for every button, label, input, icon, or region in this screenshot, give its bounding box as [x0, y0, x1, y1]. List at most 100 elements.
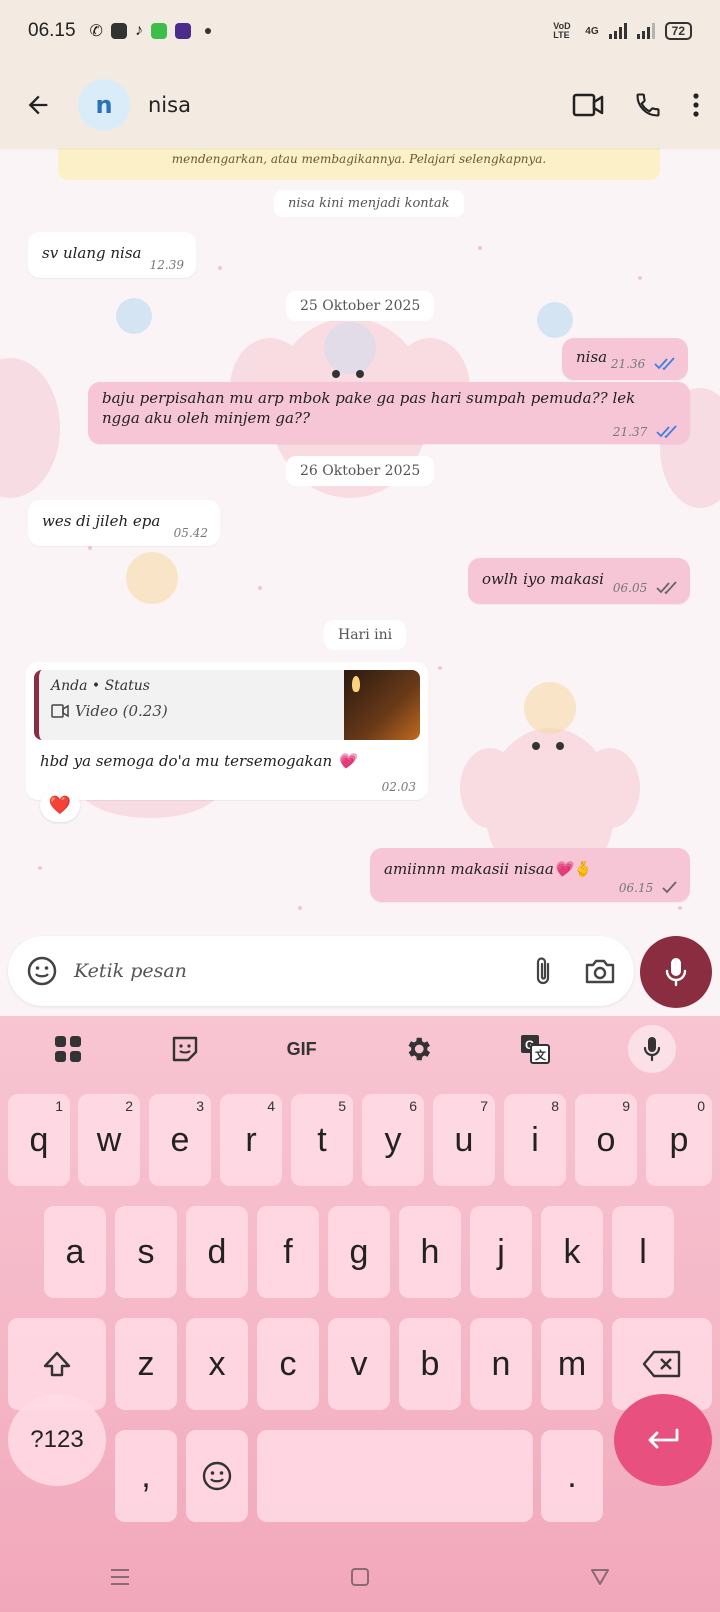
key-u[interactable]: u7: [433, 1094, 495, 1186]
key-n[interactable]: n: [470, 1318, 532, 1410]
app-icon: [110, 23, 127, 39]
key-y[interactable]: y6: [362, 1094, 424, 1186]
network-gen: 4G: [585, 25, 599, 37]
status-right: VoD LTE 4G 72: [553, 22, 692, 40]
key-l[interactable]: l: [612, 1206, 674, 1298]
key-p[interactable]: p0: [646, 1094, 712, 1186]
signal-icon: [608, 23, 627, 39]
sent-tick-icon: [662, 881, 677, 894]
key-k[interactable]: k: [541, 1206, 603, 1298]
emoji-key[interactable]: [186, 1430, 248, 1522]
more-notifications-dot: [204, 28, 211, 34]
key-label: e: [170, 1120, 190, 1159]
delivered-ticks-icon: [656, 581, 677, 595]
encryption-notice[interactable]: mendengarkan, atau membagikannya. Pelaja…: [58, 148, 660, 180]
keyboard: GIF G文 q1 w2 e3 r4 t5 y6 u7 i8 o9 p0 a s…: [0, 1016, 720, 1612]
key-label: d: [207, 1232, 227, 1271]
home-nav-icon[interactable]: [350, 1567, 370, 1587]
enter-key[interactable]: [614, 1394, 712, 1486]
key-label: m: [557, 1344, 587, 1383]
more-options-icon[interactable]: [692, 92, 700, 118]
message-text: owlh iyo makasi: [482, 570, 604, 588]
back-nav-icon[interactable]: [590, 1568, 610, 1586]
gif-label: GIF: [286, 1038, 317, 1059]
key-c[interactable]: c: [257, 1318, 319, 1410]
key-h[interactable]: h: [399, 1206, 461, 1298]
enter-icon: [648, 1428, 679, 1449]
key-e[interactable]: e3: [149, 1094, 211, 1186]
key-m[interactable]: m: [541, 1318, 603, 1410]
symbols-key[interactable]: ?123: [8, 1394, 106, 1486]
reaction-badge[interactable]: ❤️: [40, 788, 80, 822]
contact-name[interactable]: nisa: [148, 93, 191, 117]
chat-area[interactable]: mendengarkan, atau membagikannya. Pelaja…: [0, 148, 720, 1018]
message-bubble[interactable]: amiinnn makasii nisaa💗🫰 06.15: [370, 848, 690, 902]
key-hint: 3: [196, 1098, 204, 1114]
key-label: p: [669, 1120, 689, 1159]
key-label: y: [384, 1120, 402, 1159]
key-label: x: [208, 1344, 226, 1383]
emoji-icon: [202, 1461, 232, 1491]
message-bubble[interactable]: owlh iyo makasi 06.05: [468, 558, 690, 604]
key-z[interactable]: z: [115, 1318, 177, 1410]
messages-icon: [150, 23, 167, 39]
key-x[interactable]: x: [186, 1318, 248, 1410]
key-r[interactable]: r4: [220, 1094, 282, 1186]
key-q[interactable]: q1: [8, 1094, 70, 1186]
key-i[interactable]: i8: [504, 1094, 566, 1186]
key-j[interactable]: j: [470, 1206, 532, 1298]
quoted-media: Video (0.23): [51, 702, 332, 720]
message-time: 06.05: [612, 581, 648, 595]
message-bubble[interactable]: sv ulang nisa 12.39: [28, 232, 196, 278]
key-s[interactable]: s: [115, 1206, 177, 1298]
key-f[interactable]: f: [257, 1206, 319, 1298]
message-bubble[interactable]: baju perpisahan mu arp mbok pake ga pas …: [88, 382, 690, 444]
signal-icon-2: [636, 23, 655, 39]
gif-button[interactable]: GIF: [278, 1025, 326, 1073]
key-a[interactable]: a: [44, 1206, 106, 1298]
bookmark-app-icon: [174, 23, 191, 39]
message-bubble[interactable]: Anda • Status Video (0.23) hbd ya semoga…: [26, 662, 428, 800]
back-button[interactable]: [20, 87, 56, 123]
translate-icon[interactable]: G文: [511, 1025, 559, 1073]
whatsapp-icon: ✆: [89, 23, 103, 40]
key-label: g: [349, 1232, 369, 1271]
message-input[interactable]: Ketik pesan: [74, 960, 187, 982]
avatar[interactable]: n: [78, 79, 130, 131]
voice-record-button[interactable]: [640, 936, 712, 1008]
voice-typing-button[interactable]: [627, 1025, 676, 1073]
period-key[interactable]: .: [541, 1430, 603, 1522]
settings-icon[interactable]: [394, 1025, 442, 1073]
key-label: k: [563, 1232, 581, 1271]
message-time: 12.39: [149, 258, 184, 272]
message-bubble[interactable]: nisa 21.36: [562, 338, 688, 380]
space-bar[interactable]: [257, 1430, 533, 1522]
emoji-sticker-icon[interactable]: [26, 955, 58, 987]
quoted-status[interactable]: Anda • Status Video (0.23): [34, 670, 420, 740]
key-w[interactable]: w2: [78, 1094, 140, 1186]
video-call-icon[interactable]: [572, 92, 604, 118]
battery-icon: 72: [664, 22, 692, 40]
key-t[interactable]: t5: [291, 1094, 353, 1186]
tiktok-icon: ♪: [134, 22, 143, 39]
keyboard-mic-icon: [643, 1037, 660, 1062]
quoted-media-label: Video (0.23): [75, 702, 168, 720]
key-d[interactable]: d: [186, 1206, 248, 1298]
message-bubble[interactable]: wes di jileh epa 05.42: [28, 500, 220, 546]
key-label: v: [350, 1344, 368, 1383]
key-b[interactable]: b: [399, 1318, 461, 1410]
camera-icon[interactable]: [584, 957, 616, 985]
key-v[interactable]: v: [328, 1318, 390, 1410]
key-label: c: [279, 1344, 297, 1383]
voice-call-icon[interactable]: [634, 91, 662, 119]
recents-nav-icon[interactable]: [110, 1568, 130, 1586]
key-hint: 2: [125, 1098, 133, 1114]
system-message: nisa kini menjadi kontak: [274, 190, 464, 217]
key-o[interactable]: o9: [575, 1094, 637, 1186]
apps-grid-icon[interactable]: [44, 1025, 92, 1073]
message-meta: 21.37: [613, 422, 680, 440]
comma-key[interactable]: ,: [115, 1430, 177, 1522]
sticker-icon[interactable]: [161, 1025, 209, 1073]
attach-icon[interactable]: [532, 955, 554, 987]
key-g[interactable]: g: [328, 1206, 390, 1298]
